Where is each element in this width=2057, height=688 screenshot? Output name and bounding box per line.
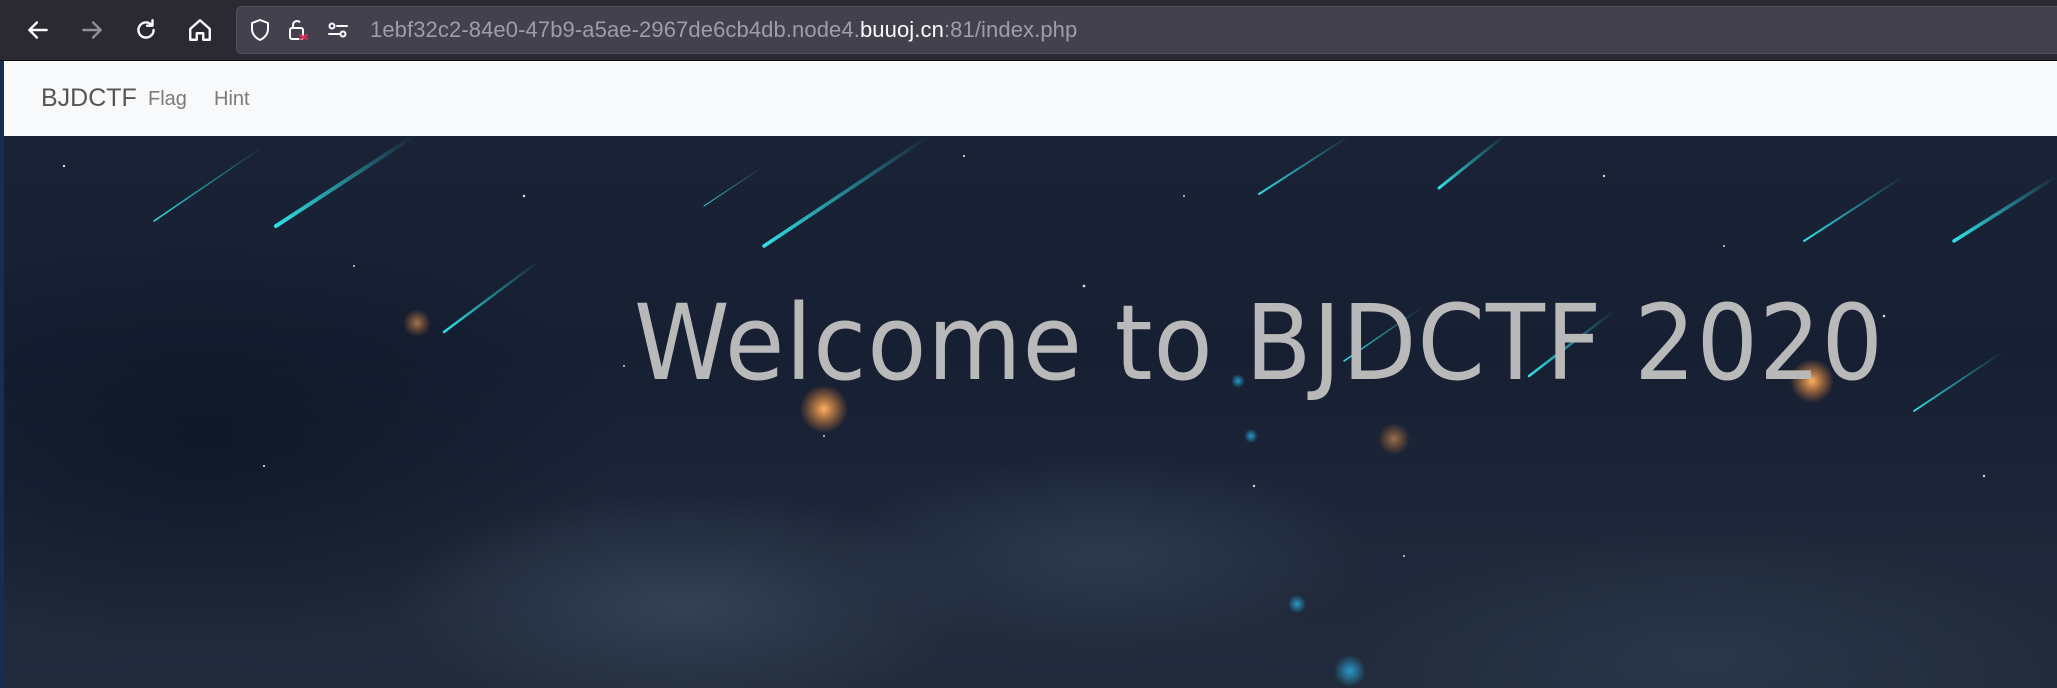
url-text[interactable]: 1ebf32c2-84e0-47b9-a5ae-2967de6cb4db.nod… (370, 18, 1077, 42)
nav-link-hint[interactable]: Hint (214, 87, 250, 111)
url-suffix: :81/index.php (943, 17, 1078, 42)
navbar-brand[interactable]: BJDCTF (41, 83, 137, 113)
page-viewport: BJDCTF Flag Hint Welcome to BJDCTF 2020 (0, 61, 2057, 688)
forward-button[interactable] (72, 10, 112, 50)
lock-warning-icon[interactable] (286, 18, 310, 42)
bokeh-blue (1244, 429, 1258, 443)
arrow-right-icon (82, 21, 102, 39)
arrow-left-icon (28, 21, 48, 39)
url-bar[interactable]: 1ebf32c2-84e0-47b9-a5ae-2967de6cb4db.nod… (236, 6, 2057, 54)
home-button[interactable] (180, 10, 220, 50)
permissions-icon[interactable] (326, 18, 350, 42)
nav-link-flag[interactable]: Flag (148, 87, 187, 111)
back-button[interactable] (18, 10, 58, 50)
url-prefix: 1ebf32c2-84e0-47b9-a5ae-2967de6cb4db.nod… (370, 17, 860, 42)
browser-toolbar: 1ebf32c2-84e0-47b9-a5ae-2967de6cb4db.nod… (0, 0, 2057, 61)
reload-icon (137, 19, 155, 39)
home-icon (189, 19, 211, 41)
bokeh-blue (1288, 595, 1306, 613)
bokeh-orange (1378, 423, 1410, 455)
meteor-shower-background (62, 136, 2057, 687)
reload-button[interactable] (126, 10, 166, 50)
welcome-heading: Welcome to BJDCTF 2020 (634, 282, 1884, 404)
bokeh-orange (403, 309, 431, 337)
url-host: buuoj.cn (859, 17, 944, 42)
shield-icon[interactable] (248, 18, 272, 42)
site-navbar: BJDCTF Flag Hint (4, 61, 2057, 137)
bokeh-blue (1334, 655, 1366, 687)
hero-banner: Welcome to BJDCTF 2020 (4, 136, 2057, 688)
